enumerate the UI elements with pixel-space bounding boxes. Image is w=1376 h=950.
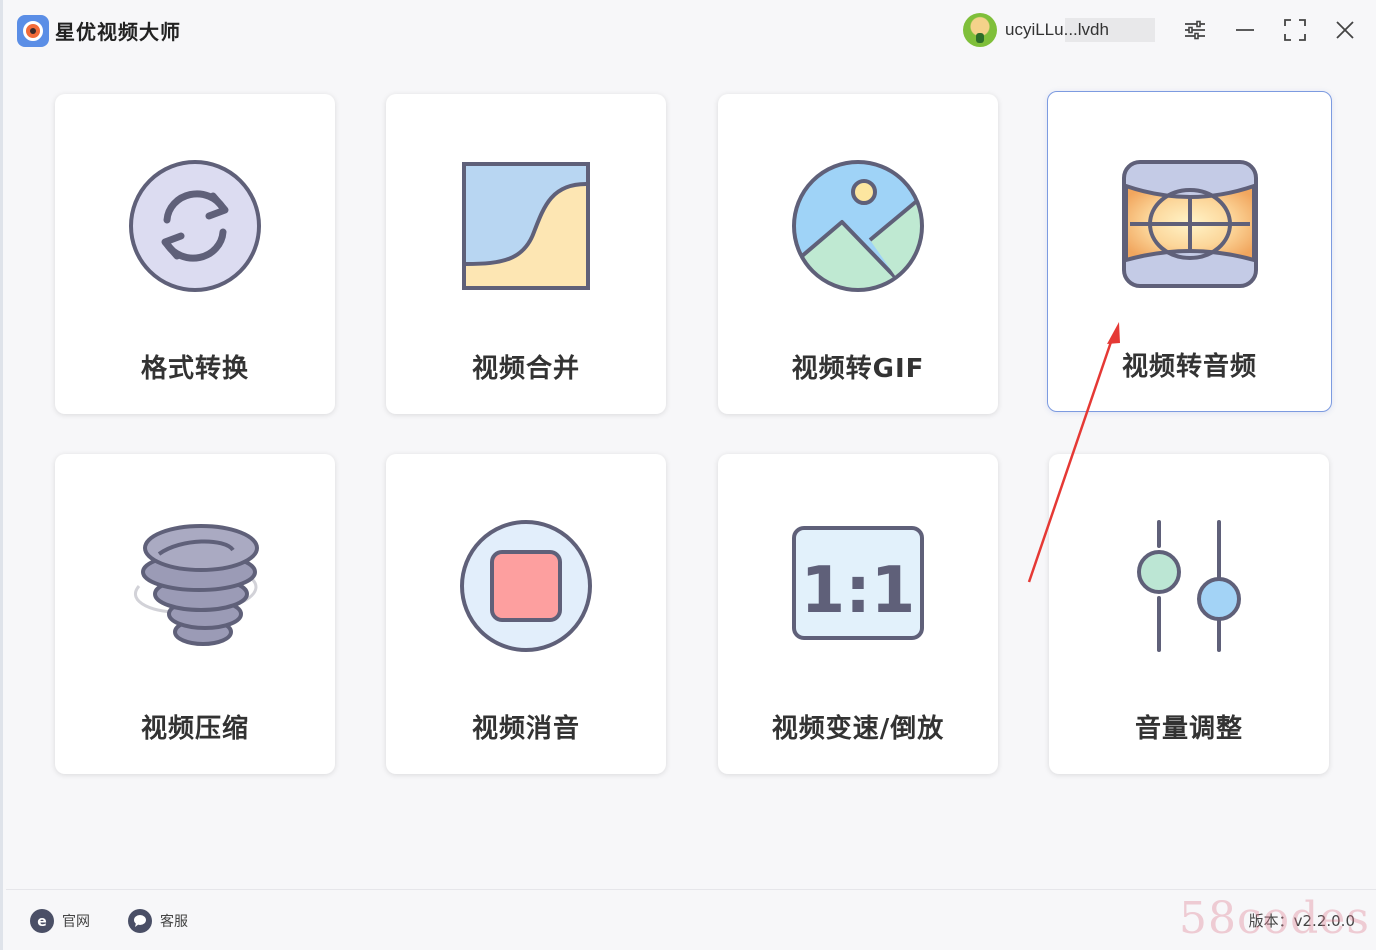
volume-adjust-icon	[1137, 520, 1241, 652]
settings-button[interactable]	[1179, 14, 1211, 46]
tool-card-video-compress[interactable]: 视频压缩	[55, 454, 335, 774]
tool-card-video-merge[interactable]: 视频合并	[386, 94, 666, 414]
app-logo-icon	[17, 15, 49, 47]
tool-label: 视频压缩	[140, 714, 249, 744]
app-window: 星优视频大师 ucyiLLu...lvdh 格式转换 视频合并 视频转GIF 视…	[0, 0, 1376, 950]
video-merge-icon	[462, 162, 590, 290]
tool-label: 格式转换	[140, 354, 249, 384]
video-to-audio-icon	[1122, 160, 1258, 288]
video-to-gif-icon	[792, 160, 924, 292]
chat-bubble-icon	[128, 909, 152, 933]
avatar[interactable]	[963, 13, 997, 47]
format-convert-icon	[129, 160, 261, 292]
title-bar: 星优视频大师 ucyiLLu...lvdh	[3, 0, 1376, 60]
tool-label: 音量调整	[1134, 714, 1243, 744]
maximize-icon	[1284, 19, 1306, 41]
tool-card-format-convert[interactable]: 格式转换	[55, 94, 335, 414]
minimize-button[interactable]	[1229, 14, 1261, 46]
close-icon	[1336, 21, 1354, 39]
user-name: ucyiLLu...lvdh	[1005, 18, 1155, 42]
minimize-icon	[1236, 29, 1254, 31]
video-mute-icon	[460, 520, 592, 652]
video-compress-icon	[134, 524, 259, 646]
watermark: 58codes	[1179, 893, 1370, 944]
website-label: 官网	[62, 914, 90, 930]
svg-text:1:1: 1:1	[801, 554, 916, 628]
tool-label: 视频转GIF	[791, 354, 925, 384]
tool-card-video-to-gif[interactable]: 视频转GIF	[718, 94, 998, 414]
tool-card-video-mute[interactable]: 视频消音	[386, 454, 666, 774]
tool-card-video-to-audio[interactable]: 视频转音频	[1047, 91, 1332, 412]
tool-card-video-speed[interactable]: 1:1 视频变速/倒放	[718, 454, 998, 774]
tool-label: 视频转音频	[1121, 352, 1257, 382]
close-button[interactable]	[1329, 14, 1361, 46]
tool-label: 视频变速/倒放	[771, 714, 945, 744]
tool-card-volume-adjust[interactable]: 音量调整	[1049, 454, 1329, 774]
app-title: 星优视频大师	[55, 20, 181, 44]
video-speed-icon: 1:1	[792, 526, 924, 640]
ie-globe-icon: e	[30, 909, 54, 933]
support-label: 客服	[160, 914, 188, 930]
website-link[interactable]: e 官网	[30, 909, 90, 933]
user-account[interactable]: ucyiLLu...lvdh	[963, 12, 1155, 48]
tool-label: 视频合并	[471, 354, 580, 384]
settings-icon	[1185, 20, 1205, 40]
tool-label: 视频消音	[471, 714, 580, 744]
footer-bar: e 官网 客服 版本：v2.2.0.0	[6, 889, 1376, 950]
support-link[interactable]: 客服	[128, 909, 188, 933]
maximize-button[interactable]	[1279, 14, 1311, 46]
svg-text:e: e	[37, 914, 47, 929]
